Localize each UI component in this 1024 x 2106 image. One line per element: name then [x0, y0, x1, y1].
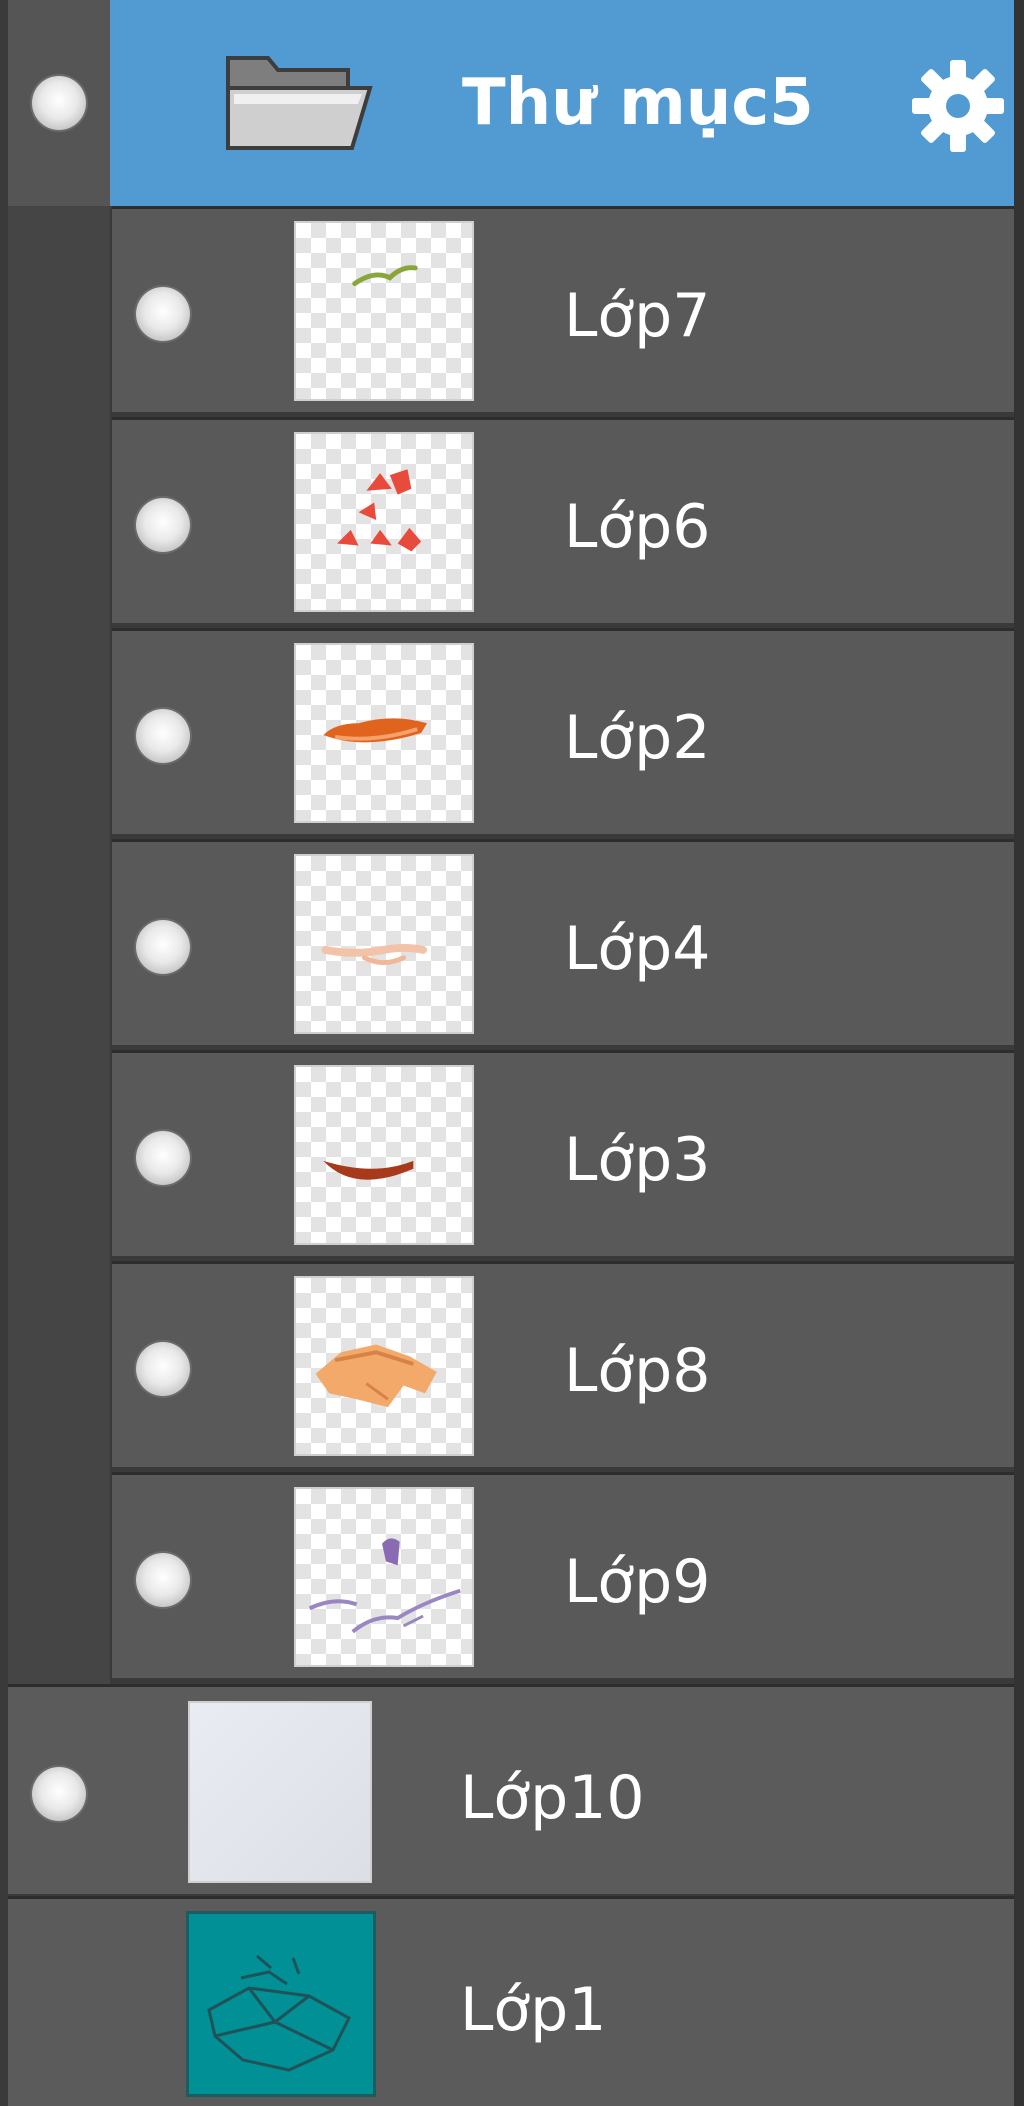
layer-row[interactable]: Lớp4 [112, 839, 1014, 1045]
layer-visibility-toggle[interactable] [136, 709, 190, 763]
layer-label: Lớp7 [564, 281, 711, 351]
layer-row[interactable]: Lớp7 [112, 206, 1014, 412]
layer-thumbnail [294, 432, 474, 612]
layer-label: Lớp6 [564, 492, 711, 562]
layer-label: Lớp1 [460, 1975, 607, 2045]
layer-thumbnail [294, 221, 474, 401]
layer-row[interactable]: Lớp8 [112, 1261, 1014, 1467]
panel-edge [1014, 0, 1024, 2106]
layer-label: Lớp2 [564, 703, 711, 773]
folder-row[interactable]: Thư mục5 [8, 0, 1014, 206]
layer-thumbnail [186, 1911, 376, 2097]
layer-thumbnail [188, 1701, 372, 1883]
folder-children-indent [8, 206, 110, 1684]
folder-title: Thư mục5 [462, 66, 814, 140]
layer-thumbnail [294, 1487, 474, 1667]
layer-thumbnail [294, 1065, 474, 1245]
layer-thumbnail [294, 854, 474, 1034]
layer-thumbnail [294, 643, 474, 823]
layer-visibility-toggle[interactable] [136, 1131, 190, 1185]
folder-visibility-area [8, 0, 110, 206]
gear-icon[interactable] [908, 56, 1008, 156]
layer-row[interactable]: Lớp6 [112, 417, 1014, 623]
layer-label: Lớp8 [564, 1336, 711, 1406]
layer-visibility-toggle[interactable] [136, 1342, 190, 1396]
folder-header[interactable]: Thư mục5 [110, 0, 1014, 206]
layer-row[interactable]: Lớp3 [112, 1050, 1014, 1256]
layer-row[interactable]: Lớp1 [8, 1896, 1014, 2106]
layer-label: Lớp10 [460, 1763, 645, 1833]
layers-panel: Thư mục5 Lớp7 Lớp6 Lớp2 Lớp4 Lớp3 Lớp8 L… [0, 0, 1024, 2106]
folder-visibility-toggle[interactable] [32, 76, 86, 130]
layer-visibility-toggle[interactable] [136, 920, 190, 974]
layer-visibility-toggle[interactable] [136, 498, 190, 552]
layer-visibility-toggle[interactable] [32, 1767, 86, 1821]
layer-row[interactable]: Lớp10 [8, 1684, 1014, 1894]
layer-thumbnail [294, 1276, 474, 1456]
layer-label: Lớp4 [564, 914, 711, 984]
folder-icon [226, 56, 373, 150]
layer-label: Lớp9 [564, 1547, 711, 1617]
layer-row[interactable]: Lớp2 [112, 628, 1014, 834]
layer-visibility-toggle[interactable] [136, 1553, 190, 1607]
layer-row[interactable]: Lớp9 [112, 1472, 1014, 1678]
layer-label: Lớp3 [564, 1125, 711, 1195]
layer-visibility-toggle[interactable] [136, 287, 190, 341]
